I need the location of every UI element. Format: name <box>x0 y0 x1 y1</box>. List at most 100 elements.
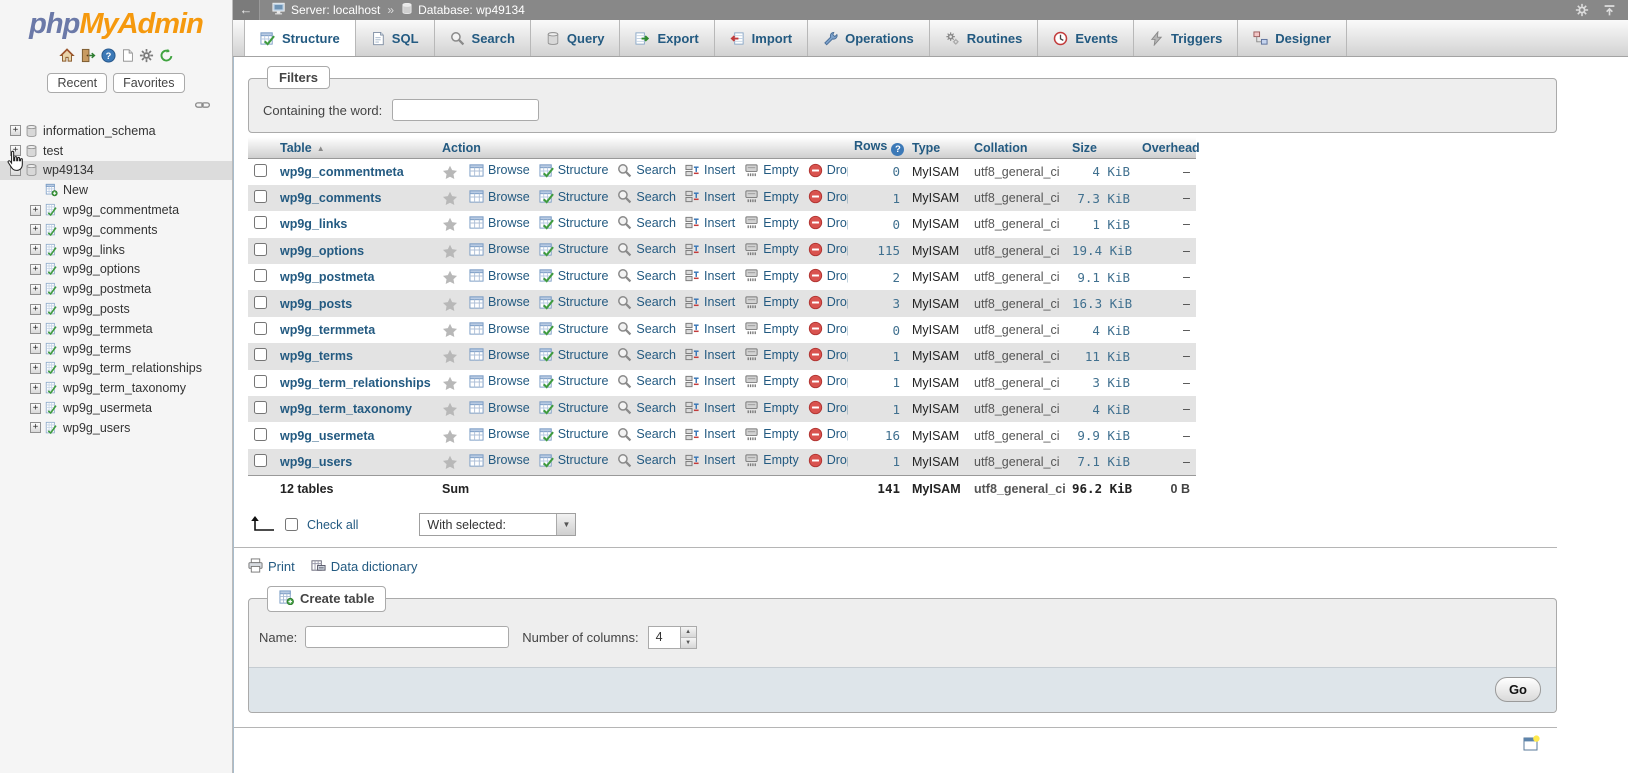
drop-action-link[interactable]: Drop <box>808 268 848 283</box>
drop-action-link[interactable]: Drop <box>808 347 848 362</box>
sidebar-tree-item-wp9g_termmeta[interactable]: + wp9g_termmeta <box>0 319 232 339</box>
structure-action-link[interactable]: Structure <box>539 453 609 468</box>
structure-action-link[interactable]: Structure <box>539 400 609 415</box>
empty-action-link[interactable]: Empty <box>744 242 798 257</box>
sidebar-tree-item-wp9g_postmeta[interactable]: + wp9g_postmeta <box>0 279 232 299</box>
tab-triggers[interactable]: Triggers <box>1134 20 1238 56</box>
open-window-icon[interactable] <box>1523 735 1540 755</box>
row-checkbox[interactable] <box>254 243 267 256</box>
back-arrow-icon[interactable]: ← <box>233 0 260 20</box>
table-name-link[interactable]: wp9g_options <box>280 244 364 258</box>
insert-action-link[interactable]: Insert <box>685 453 735 468</box>
expand-node-icon[interactable]: + <box>30 403 41 414</box>
expand-node-icon[interactable]: + <box>30 264 41 275</box>
table-name-link[interactable]: wp9g_termmeta <box>280 323 375 337</box>
drop-action-link[interactable]: Drop <box>808 321 848 336</box>
search-action-link[interactable]: Search <box>617 374 676 389</box>
favorite-star-icon[interactable] <box>442 323 458 338</box>
favorite-star-icon[interactable] <box>442 217 458 232</box>
tab-designer[interactable]: Designer <box>1238 20 1347 56</box>
sidebar-tree-item-wp9g_users[interactable]: +wp9g_users <box>0 418 232 438</box>
sidebar-tree-item-wp9g_posts[interactable]: +wp9g_posts <box>0 299 232 319</box>
drop-action-link[interactable]: Drop <box>808 374 848 389</box>
search-action-link[interactable]: Search <box>617 453 676 468</box>
page-settings-gear-icon[interactable] <box>1575 3 1589 17</box>
expand-node-icon[interactable]: + <box>30 323 41 334</box>
browse-action-link[interactable]: Browse <box>469 242 530 257</box>
collapse-top-icon[interactable] <box>1603 4 1616 17</box>
insert-action-link[interactable]: Insert <box>685 347 735 362</box>
expand-node-icon[interactable]: + <box>30 304 41 315</box>
search-action-link[interactable]: Search <box>617 215 676 230</box>
browse-action-link[interactable]: Browse <box>469 400 530 415</box>
sidebar-tree-item-wp9g_term_relationships[interactable]: +wp9g_term_relationships <box>0 359 232 379</box>
empty-action-link[interactable]: Empty <box>744 215 798 230</box>
tree-item-label[interactable]: wp9g_postmeta <box>63 282 151 296</box>
browse-action-link[interactable]: Browse <box>469 427 530 442</box>
tree-item-label[interactable]: wp9g_options <box>63 262 140 276</box>
expand-node-icon[interactable]: + <box>30 284 41 295</box>
structure-action-link[interactable]: Structure <box>539 242 609 257</box>
empty-action-link[interactable]: Empty <box>744 374 798 389</box>
drop-action-link[interactable]: Drop <box>808 295 848 310</box>
breadcrumb-server-link[interactable]: Server: localhost <box>291 3 380 17</box>
browse-action-link[interactable]: Browse <box>469 295 530 310</box>
search-action-link[interactable]: Search <box>617 427 676 442</box>
tab-structure[interactable]: Structure <box>244 20 356 56</box>
tab-events[interactable]: Events <box>1038 20 1134 56</box>
insert-action-link[interactable]: Insert <box>685 215 735 230</box>
chevron-down-icon[interactable]: ▼ <box>556 514 575 535</box>
structure-action-link[interactable]: Structure <box>539 347 609 362</box>
empty-action-link[interactable]: Empty <box>744 427 798 442</box>
breadcrumb-database-link[interactable]: Database: wp49134 <box>418 3 525 17</box>
table-name-link[interactable]: wp9g_links <box>280 217 347 231</box>
sidebar-tree-item-wp9g_term_taxonomy[interactable]: +wp9g_term_taxonomy <box>0 378 232 398</box>
sidebar-tree-item-wp9g_comments[interactable]: +wp9g_comments <box>0 220 232 240</box>
insert-action-link[interactable]: Insert <box>685 268 735 283</box>
sidebar-tree-item-test[interactable]: +test <box>0 141 232 161</box>
browse-action-link[interactable]: Browse <box>469 189 530 204</box>
expand-node-icon[interactable]: + <box>10 125 21 136</box>
logout-icon[interactable] <box>80 48 96 63</box>
tree-item-label[interactable]: wp49134 <box>43 163 94 177</box>
structure-action-link[interactable]: Structure <box>539 189 609 204</box>
search-action-link[interactable]: Search <box>617 242 676 257</box>
structure-action-link[interactable]: Structure <box>539 295 609 310</box>
structure-action-link[interactable]: Structure <box>539 268 609 283</box>
row-checkbox[interactable] <box>254 454 267 467</box>
search-action-link[interactable]: Search <box>617 163 676 178</box>
column-header-collation[interactable]: Collation <box>968 137 1066 159</box>
sidebar-tree-item-new[interactable]: +New <box>0 180 232 200</box>
empty-action-link[interactable]: Empty <box>744 321 798 336</box>
stepper-up-icon[interactable]: ▲ <box>681 627 696 638</box>
drop-action-link[interactable]: Drop <box>808 189 848 204</box>
empty-action-link[interactable]: Empty <box>744 268 798 283</box>
structure-action-link[interactable]: Structure <box>539 215 609 230</box>
row-checkbox[interactable] <box>254 216 267 229</box>
insert-action-link[interactable]: Insert <box>685 189 735 204</box>
expand-node-icon[interactable]: + <box>30 244 41 255</box>
tree-item-label[interactable]: wp9g_termmeta <box>63 322 153 336</box>
table-name-link[interactable]: wp9g_terms <box>280 349 353 363</box>
settings-icon[interactable] <box>139 48 154 63</box>
table-name-link[interactable]: wp9g_term_taxonomy <box>280 402 412 416</box>
check-all-label[interactable]: Check all <box>307 518 358 532</box>
table-name-link[interactable]: wp9g_commentmeta <box>280 165 404 179</box>
sidebar-tree-item-wp9g_links[interactable]: +wp9g_links <box>0 240 232 260</box>
drop-action-link[interactable]: Drop <box>808 427 848 442</box>
structure-action-link[interactable]: Structure <box>539 321 609 336</box>
recent-button[interactable]: Recent <box>47 73 107 93</box>
tree-item-label[interactable]: wp9g_terms <box>63 342 131 356</box>
search-action-link[interactable]: Search <box>617 189 676 204</box>
table-name-link[interactable]: wp9g_postmeta <box>280 270 374 284</box>
row-checkbox[interactable] <box>254 190 267 203</box>
favorite-star-icon[interactable] <box>442 244 458 259</box>
docs-icon[interactable] <box>121 48 134 63</box>
browse-action-link[interactable]: Browse <box>469 453 530 468</box>
expand-node-icon[interactable]: + <box>30 343 41 354</box>
favorite-star-icon[interactable] <box>442 376 458 391</box>
row-checkbox[interactable] <box>254 322 267 335</box>
sidebar-tree-item-wp9g_usermeta[interactable]: +wp9g_usermeta <box>0 398 232 418</box>
table-name-link[interactable]: wp9g_users <box>280 455 352 469</box>
row-checkbox[interactable] <box>254 269 267 282</box>
